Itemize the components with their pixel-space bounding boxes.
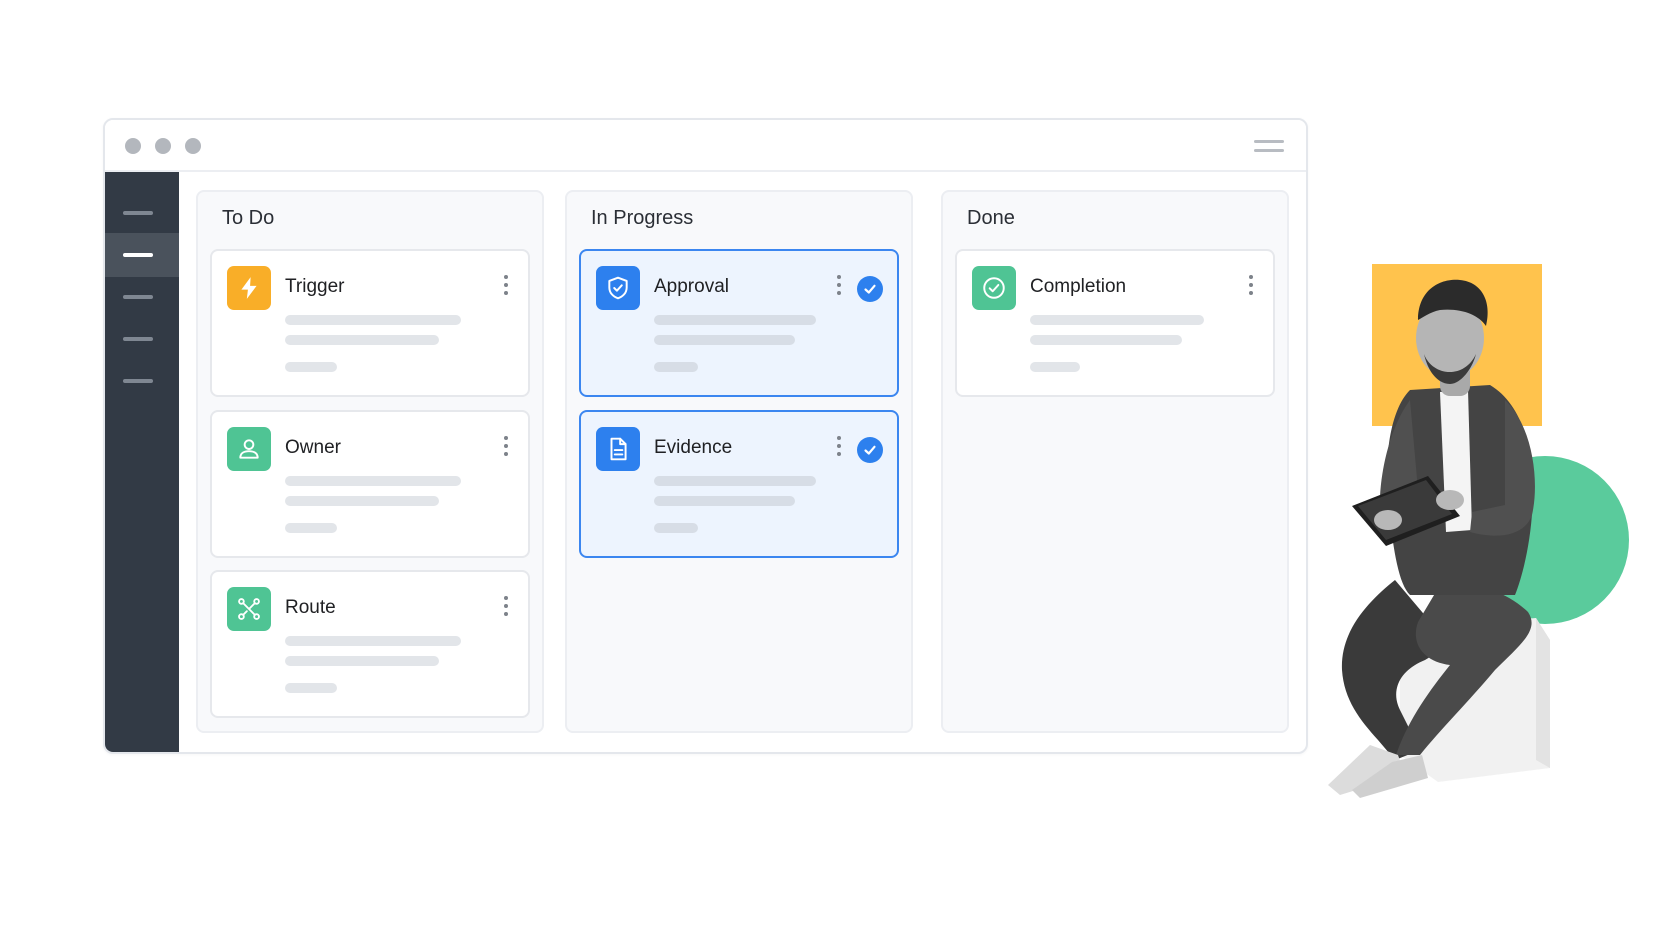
placeholder-line	[285, 656, 439, 666]
nav-line-icon	[123, 295, 153, 299]
lightning-bolt-icon	[227, 266, 271, 310]
placeholder-line	[285, 362, 337, 372]
sidebar-nav-item-2[interactable]	[105, 233, 179, 277]
column-in-progress: In Progress Approval Evidence	[565, 190, 913, 733]
card-evidence[interactable]: Evidence	[579, 410, 899, 558]
placeholder-line	[285, 476, 461, 486]
placeholder-line	[654, 523, 698, 533]
placeholder-line	[654, 335, 795, 345]
nav-line-icon	[123, 337, 153, 341]
route-icon	[227, 587, 271, 631]
placeholder-line	[285, 636, 461, 646]
column-title: Done	[967, 207, 1015, 229]
placeholder-line	[1030, 315, 1204, 325]
card-approval[interactable]: Approval	[579, 249, 899, 397]
more-options-icon[interactable]	[500, 434, 512, 458]
card-title: Route	[285, 597, 336, 618]
checkmark-icon	[857, 276, 883, 302]
check-circle-icon	[972, 266, 1016, 310]
placeholder-line	[1030, 335, 1182, 345]
shield-check-icon	[596, 266, 640, 310]
window-titlebar	[105, 120, 1306, 172]
sidebar-nav-item-1[interactable]	[105, 191, 179, 235]
person-with-tablet-illustration	[1328, 264, 1629, 798]
card-route[interactable]: Route	[210, 570, 530, 718]
sidebar-nav-item-4[interactable]	[105, 317, 179, 361]
window-close-dot[interactable]	[125, 138, 141, 154]
card-title: Trigger	[285, 276, 345, 297]
document-icon	[596, 427, 640, 471]
nav-line-icon	[123, 211, 153, 215]
sidebar	[105, 172, 179, 752]
column-to-do: To Do Trigger Owner Route	[196, 190, 544, 733]
card-trigger[interactable]: Trigger	[210, 249, 530, 397]
sidebar-nav-item-3[interactable]	[105, 275, 179, 319]
more-options-icon[interactable]	[500, 273, 512, 297]
placeholder-line	[654, 362, 698, 372]
card-completion[interactable]: Completion	[955, 249, 1275, 397]
more-options-icon[interactable]	[1245, 273, 1257, 297]
card-title: Approval	[654, 276, 729, 297]
user-icon	[227, 427, 271, 471]
placeholder-line	[654, 315, 816, 325]
column-done: Done Completion	[941, 190, 1289, 733]
more-options-icon[interactable]	[833, 434, 845, 458]
placeholder-line	[654, 496, 795, 506]
column-title: In Progress	[591, 207, 694, 229]
window-maximize-dot[interactable]	[185, 138, 201, 154]
column-title: To Do	[222, 207, 275, 229]
hamburger-menu-icon[interactable]	[1254, 138, 1284, 154]
placeholder-line	[285, 496, 439, 506]
more-options-icon[interactable]	[500, 594, 512, 618]
nav-line-icon	[123, 253, 153, 257]
placeholder-line	[654, 476, 816, 486]
placeholder-line	[285, 315, 461, 325]
placeholder-line	[1030, 362, 1080, 372]
sidebar-nav-item-5[interactable]	[105, 359, 179, 403]
nav-line-icon	[123, 379, 153, 383]
card-title: Evidence	[654, 437, 733, 458]
placeholder-line	[285, 523, 337, 533]
window-minimize-dot[interactable]	[155, 138, 171, 154]
placeholder-line	[285, 683, 337, 693]
placeholder-line	[285, 335, 439, 345]
card-title: Completion	[1030, 276, 1127, 297]
card-owner[interactable]: Owner	[210, 410, 530, 558]
more-options-icon[interactable]	[833, 273, 845, 297]
card-title: Owner	[285, 437, 341, 458]
checkmark-icon	[857, 437, 883, 463]
app-window: To Do Trigger Owner Route In Progress Ap…	[103, 118, 1308, 754]
